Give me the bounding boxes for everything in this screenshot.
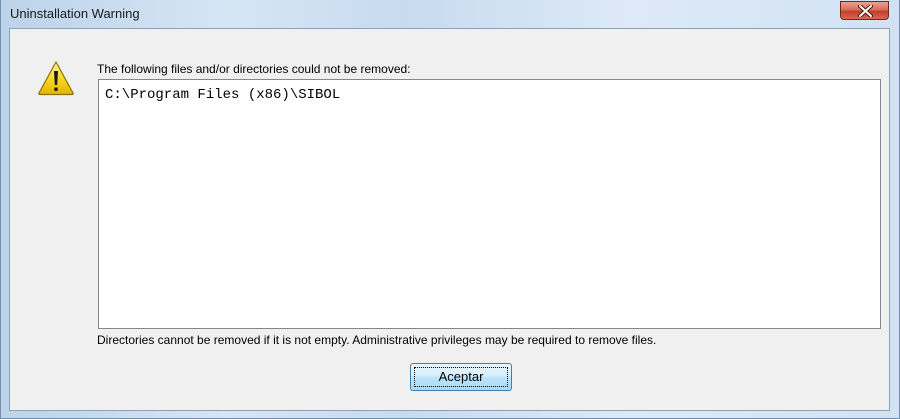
ok-button-label: Aceptar (438, 369, 484, 384)
close-button[interactable] (840, 1, 889, 20)
warning-icon (38, 61, 74, 96)
close-icon (858, 5, 873, 17)
list-item[interactable]: C:\Program Files (x86)\SIBOL (105, 87, 340, 103)
title-bar[interactable]: Uninstallation Warning (1, 0, 899, 28)
window-title: Uninstallation Warning (10, 6, 140, 21)
dialog-body: The following files and/or directories c… (9, 28, 890, 411)
file-list[interactable]: C:\Program Files (x86)\SIBOL (98, 79, 881, 329)
message-heading: The following files and/or directories c… (97, 62, 411, 76)
dialog-window: Uninstallation Warning The following fil… (0, 0, 900, 419)
message-note: Directories cannot be removed if it is n… (97, 333, 657, 347)
ok-button[interactable]: Aceptar (410, 363, 512, 391)
